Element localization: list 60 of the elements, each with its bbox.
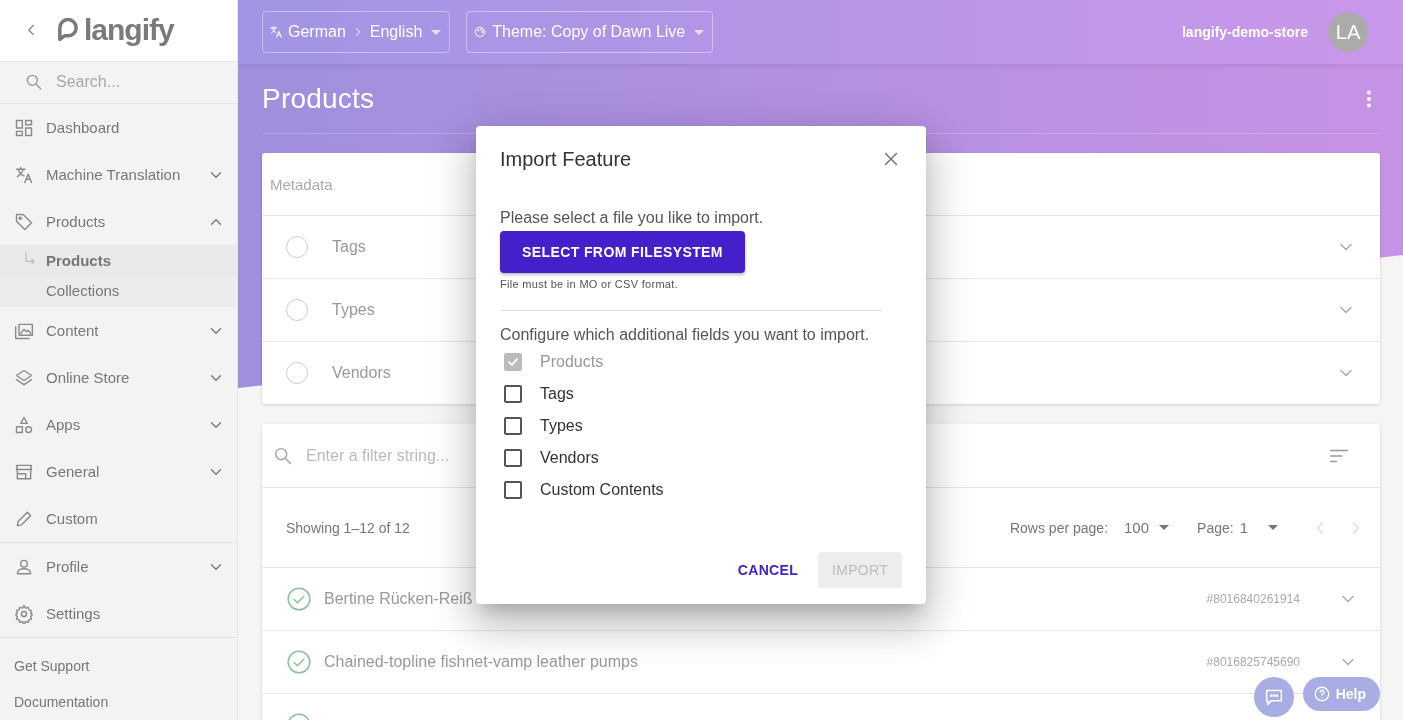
checkbox[interactable]: [504, 481, 522, 499]
search-field[interactable]: Search...: [54, 72, 208, 93]
page-label: Page:: [1197, 519, 1234, 536]
dashboard-icon: [14, 117, 34, 138]
sidebar-item[interactable]: Content: [0, 307, 237, 354]
select-file-button[interactable]: SELECT FROM FILESYSTEM: [500, 231, 745, 273]
checkbox-label: Custom Contents: [540, 481, 664, 499]
checkbox-label: Tags: [540, 385, 574, 403]
product-id: #8016825745690: [1206, 655, 1300, 669]
caret-icon: [1268, 525, 1278, 530]
caret-icon: [1159, 525, 1170, 530]
rows-per-page-select[interactable]: 100: [1124, 519, 1170, 536]
theme-select[interactable]: Theme: Copy of Dawn Live: [466, 11, 714, 53]
page-title: Products: [262, 82, 376, 115]
sidebar-subitem[interactable]: Collections: [0, 275, 237, 305]
sidebar-item[interactable]: Profile: [0, 543, 237, 590]
sidebar-item[interactable]: General: [0, 448, 237, 495]
translate-icon: [269, 25, 283, 39]
caret-icon: [431, 29, 442, 35]
sidebar-item[interactable]: Apps: [0, 401, 237, 448]
logo-text: langify: [84, 13, 174, 48]
format-hint: File must be in MO or CSV format.: [500, 278, 679, 290]
sidebar-item[interactable]: Online Store: [0, 354, 237, 401]
help-button[interactable]: Help: [1302, 677, 1380, 711]
instruction-text: Please select a file you like to import.: [500, 209, 765, 227]
check-icon: [506, 355, 520, 369]
checkbox-label: Types: [540, 417, 583, 435]
store-name: langify-demo-store: [1182, 24, 1308, 40]
layers-icon: [14, 367, 34, 388]
palette-icon: [473, 25, 488, 39]
results-count: Showing 1–12 of 12: [286, 519, 410, 536]
dialog-title: Import Feature: [500, 147, 633, 171]
checkbox-label: Products: [540, 353, 604, 371]
rows-per-page-label: Rows per page:: [1009, 519, 1109, 536]
product-id: #8016840261914: [1206, 592, 1300, 606]
sidebar-item[interactable]: Settings: [0, 590, 237, 637]
checkbox[interactable]: [504, 417, 522, 435]
language-select[interactable]: German English: [262, 11, 451, 53]
translate-icon: [14, 164, 34, 185]
checkbox[interactable]: [504, 449, 522, 467]
sidebar-item[interactable]: Products: [0, 198, 237, 245]
avatar[interactable]: LA: [1328, 12, 1368, 52]
shapes-icon: [14, 414, 34, 435]
caret-icon: [694, 29, 705, 35]
product-title: Chained-topline fishnet-vamp leather pumps: [324, 653, 639, 671]
card-label: Metadata: [270, 175, 333, 193]
help-icon: [1312, 685, 1331, 703]
sidebar-item[interactable]: Machine Translation: [0, 151, 237, 198]
footer-link[interactable]: Documentation: [0, 684, 237, 720]
product-title: Bertine Rücken-Reiß: [324, 590, 474, 608]
checkbox[interactable]: [504, 385, 522, 403]
instruction-text: Configure which additional fields you want to import.: [500, 326, 871, 344]
page-select[interactable]: 1: [1239, 519, 1278, 536]
tag-icon: [14, 211, 34, 232]
gear-icon: [14, 603, 34, 624]
footer-link[interactable]: Get Support: [0, 648, 237, 684]
sidebar-item[interactable]: Dashboard: [0, 104, 237, 151]
sidebar-item[interactable]: Custom: [0, 495, 237, 542]
checkbox-label: Vendors: [540, 449, 599, 467]
cancel-button[interactable]: CANCEL: [733, 552, 802, 588]
